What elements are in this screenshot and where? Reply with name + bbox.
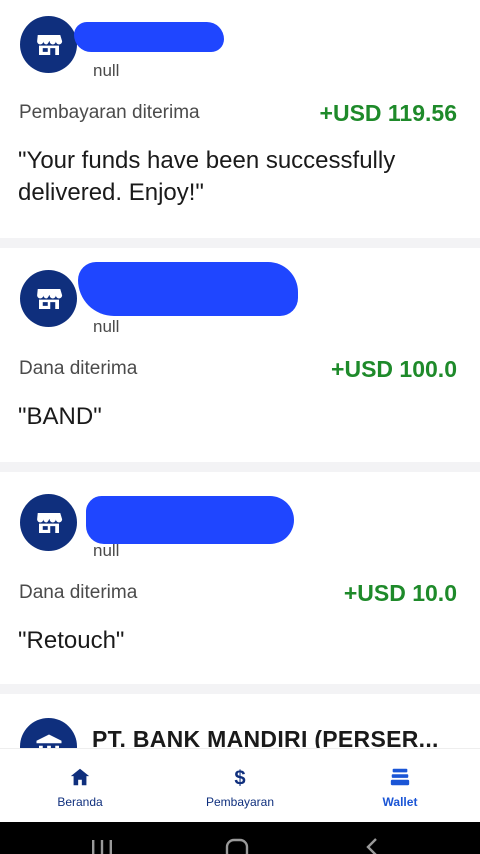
transaction-status: Pembayaran diterima	[19, 102, 200, 123]
nav-item-beranda[interactable]: Beranda	[0, 749, 160, 822]
nav-item-wallet[interactable]: Wallet	[320, 749, 480, 822]
card-separator	[0, 238, 480, 248]
nav-label: Wallet	[382, 794, 418, 809]
recents-icon[interactable]	[90, 838, 114, 854]
bottom-navigation: Beranda $ Pembayaran Wallet	[0, 748, 480, 822]
card-separator	[0, 462, 480, 472]
card-separator	[0, 684, 480, 694]
wallet-icon	[389, 765, 411, 789]
bank-icon	[20, 718, 77, 748]
store-icon	[20, 494, 77, 551]
merchant-subtitle: null	[93, 541, 120, 560]
transaction-note: "Your funds have been successfully deliv…	[18, 147, 396, 206]
merchant-subtitle: null	[93, 61, 120, 80]
svg-text:$: $	[234, 767, 245, 789]
transaction-card[interactable]: null Dana diterima +USD 10.0 "Retouch"	[0, 472, 480, 684]
merchant-name-redacted	[78, 262, 298, 316]
transaction-amount: +USD 10.0	[343, 580, 457, 606]
transaction-card[interactable]: null Pembayaran diterima +USD 119.56 "Yo…	[0, 0, 480, 238]
transaction-amount: +USD 119.56	[319, 100, 457, 126]
merchant-name-redacted	[86, 496, 294, 544]
merchant-name-redacted	[74, 22, 224, 52]
transaction-note: "Retouch"	[18, 627, 125, 654]
nav-item-pembayaran[interactable]: $ Pembayaran	[160, 749, 320, 822]
nav-label: Beranda	[57, 794, 103, 809]
transaction-status: Dana diterima	[19, 358, 138, 379]
back-icon[interactable]	[362, 838, 382, 854]
store-icon	[20, 16, 77, 73]
transaction-status: Dana diterima	[19, 582, 138, 603]
home-icon	[69, 765, 91, 789]
nav-label: Pembayaran	[205, 794, 275, 809]
transaction-card[interactable]: null Dana diterima +USD 100.0 "BAND"	[0, 248, 480, 462]
system-navigation-bar	[0, 822, 480, 854]
transaction-amount: +USD 100.0	[331, 356, 457, 382]
merchant-name: PT. BANK MANDIRI (PERSER...	[92, 726, 439, 748]
transaction-note: "BAND"	[18, 403, 102, 430]
store-icon	[20, 270, 77, 327]
home-button-icon[interactable]	[225, 838, 249, 854]
transaction-feed: null Pembayaran diterima +USD 119.56 "Yo…	[0, 0, 480, 748]
merchant-subtitle: null	[93, 317, 120, 336]
dollar-icon: $	[229, 765, 251, 789]
